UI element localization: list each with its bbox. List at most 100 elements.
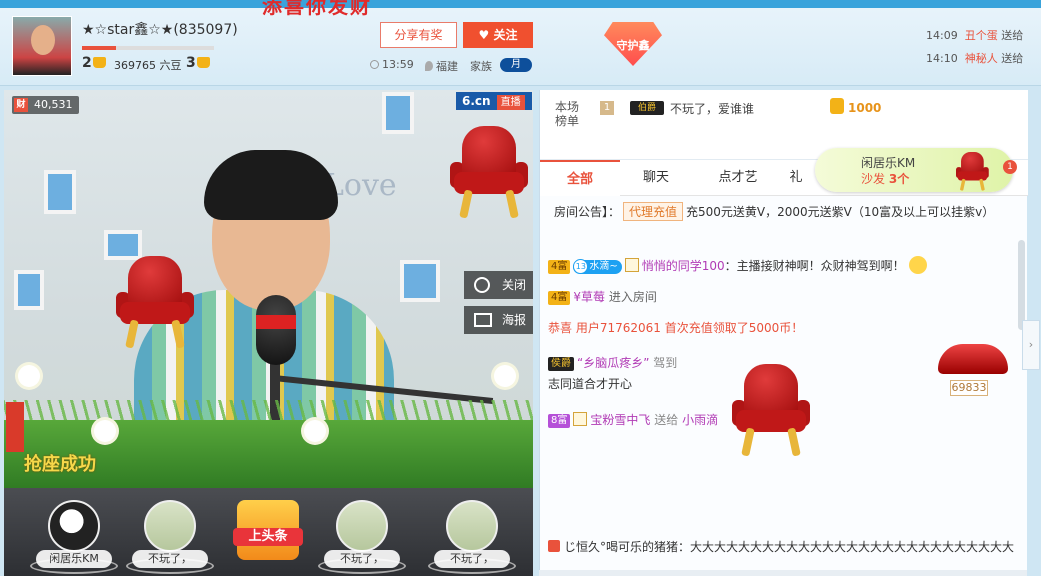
chat-user[interactable]: ¥草莓 bbox=[573, 290, 605, 304]
rank-value: 1000 bbox=[848, 101, 882, 115]
chat-scrollbar[interactable] bbox=[1018, 240, 1025, 330]
gift-feed-item: 14:10 神秘人 送给 bbox=[926, 50, 1023, 66]
feed-time: 14:10 bbox=[926, 52, 958, 65]
chat-action: 驾到 bbox=[653, 356, 678, 370]
close-video-button[interactable]: 关闭 bbox=[464, 271, 533, 299]
car-icon bbox=[938, 344, 1008, 374]
wall-frame bbox=[44, 170, 76, 214]
chat-user[interactable]: “乡脑瓜疼乡” bbox=[577, 356, 649, 370]
sofa-count: 3个 bbox=[888, 172, 910, 186]
sofa-name: 闲居乐KM bbox=[861, 156, 916, 170]
rank-badge: 伯爵 bbox=[630, 101, 664, 115]
avatar-face bbox=[31, 25, 55, 55]
wealth-icon: 财 bbox=[14, 98, 28, 112]
chat-text: ：大大大大大大大大大大大大大大大大大大大大大大大大大大大 bbox=[678, 540, 1015, 554]
site-logo: 6.cn 直播 bbox=[456, 92, 532, 110]
wealth-level-value: 2 bbox=[82, 55, 92, 71]
sofa-chair-icon[interactable] bbox=[732, 364, 810, 457]
crown-icon bbox=[196, 57, 210, 68]
input-strip bbox=[539, 570, 1027, 576]
location-value: 福建 bbox=[436, 60, 458, 73]
chat-text: ：主播接财神啊！众财神驾到啊！ bbox=[724, 259, 905, 273]
chevron-right-icon: › bbox=[1028, 338, 1034, 351]
chat-user[interactable]: 宝粉雪中飞 bbox=[590, 413, 650, 427]
seat-slot[interactable]: 不玩了， bbox=[124, 498, 214, 576]
feed-user[interactable]: 丑个蛋 bbox=[965, 29, 998, 42]
page-title: 添喜你发财 bbox=[262, 0, 372, 18]
poster-label: 海报 bbox=[502, 313, 527, 327]
share-button[interactable]: 分享有奖 bbox=[380, 22, 457, 48]
seat-slot[interactable]: 闲居乐KM bbox=[28, 498, 118, 576]
star-level: 3 bbox=[186, 55, 210, 71]
power-icon bbox=[474, 277, 490, 293]
sofa-chair-icon bbox=[956, 152, 989, 191]
live-time: 13:59 bbox=[370, 58, 414, 71]
headline-button[interactable]: 上头条 bbox=[233, 528, 303, 546]
anchor-avatar[interactable] bbox=[12, 16, 72, 76]
rich-level-tag: 4富 bbox=[548, 291, 571, 305]
seat-slot[interactable]: 不玩了， bbox=[316, 498, 406, 576]
notice-prefix: 房间公告】： bbox=[554, 205, 621, 219]
clock-icon bbox=[370, 60, 379, 69]
seat-avatar bbox=[446, 500, 498, 552]
sofa-label-prefix: 沙发 bbox=[861, 172, 886, 186]
lily-flower bbox=[18, 365, 40, 387]
sofa-chair-icon[interactable] bbox=[116, 256, 194, 349]
chat-message: 4富 13 水滴~ 悄悄的同学100：主播接财神啊！众财神驾到啊！ bbox=[548, 256, 927, 274]
lily-flower bbox=[94, 420, 116, 442]
wealth-level: 2 bbox=[82, 55, 106, 71]
seat-label: 闲居乐KM bbox=[36, 550, 112, 568]
chat-panel: 本场榜单 1 伯爵 不玩了，爱谁谁 1000 全部 聊天 点才艺 礼 闲居乐KM… bbox=[539, 90, 1028, 576]
top-bar: 添喜你发财 ★☆star鑫☆★(835097) 2 369765 六豆 3 13… bbox=[0, 0, 1041, 86]
feed-user[interactable]: 神秘人 bbox=[965, 52, 998, 65]
feed-action: 送给 bbox=[1001, 29, 1024, 42]
seat-label: 不玩了， bbox=[324, 550, 400, 568]
guard-label: 守护鑫 bbox=[616, 39, 650, 52]
collapse-panel-button[interactable]: › bbox=[1022, 320, 1040, 370]
chat-message: じ恒久°喝可乐的猪猪：大大大大大大大大大大大大大大大大大大大大大大大大大大大 bbox=[548, 538, 1014, 555]
seat-bar: 闲居乐KM 不玩了， 上头条 不玩了， 不玩了， bbox=[4, 488, 533, 576]
chat-user[interactable]: 悄悄的同学100 bbox=[642, 259, 725, 273]
tab-gift[interactable]: 礼 bbox=[776, 160, 816, 196]
seat-avatar bbox=[336, 500, 388, 552]
seat-slot[interactable]: 不玩了， bbox=[426, 498, 516, 576]
live-time-value: 13:59 bbox=[382, 58, 414, 71]
poster-button[interactable]: 海报 bbox=[464, 306, 533, 334]
wealth-count-badge[interactable]: 财 40,531 bbox=[12, 96, 79, 114]
family-badge[interactable]: 月 bbox=[500, 58, 532, 72]
seat-avatar bbox=[48, 500, 100, 552]
fan-name: 水滴~ bbox=[589, 261, 618, 272]
wall-frame bbox=[400, 260, 440, 302]
rich-level-tag: 8富 bbox=[548, 414, 571, 428]
follow-button[interactable]: ♥ 关注 bbox=[463, 22, 533, 48]
live-video[interactable]: Love 财 40,531 6.cn 直播 关闭 海报 抢座成功 bbox=[4, 90, 533, 488]
tab-chat[interactable]: 聊天 bbox=[616, 160, 696, 196]
speaker-icon bbox=[548, 540, 560, 552]
family-label: 家族 bbox=[470, 60, 492, 73]
anchor-name[interactable]: ★☆star鑫☆★(835097) bbox=[82, 19, 238, 39]
rank-title[interactable]: 本场榜单 bbox=[554, 100, 580, 128]
feed-time: 14:09 bbox=[926, 29, 958, 42]
seat-success-text: 抢座成功 bbox=[24, 454, 96, 475]
tab-talent[interactable]: 点才艺 bbox=[698, 160, 778, 196]
sofa-chair-icon[interactable] bbox=[450, 126, 528, 219]
level-progress-fill bbox=[82, 46, 116, 50]
agent-recharge-tag[interactable]: 代理充值 bbox=[623, 202, 684, 221]
wealth-count: 40,531 bbox=[34, 98, 73, 111]
feed-action: 送给 bbox=[1001, 52, 1024, 65]
side-banner[interactable] bbox=[6, 402, 24, 452]
top-strip bbox=[0, 0, 1041, 8]
user-icon bbox=[624, 258, 639, 272]
sofa-notify-badge: 1 bbox=[1003, 160, 1017, 174]
chat-message: 8富 宝粉雪中飞 送给 小雨滴 bbox=[548, 411, 718, 428]
seat-label: 不玩了， bbox=[132, 550, 208, 568]
chat-user[interactable]: じ恒久°喝可乐的猪猪 bbox=[564, 540, 678, 554]
chat-message: 侯爵 “乡脑瓜疼乡” 驾到 bbox=[548, 354, 677, 371]
tab-all[interactable]: 全部 bbox=[540, 160, 620, 196]
image-icon bbox=[474, 313, 492, 327]
chat-target[interactable]: 小雨滴 bbox=[682, 413, 718, 427]
gift-card[interactable]: 69833 bbox=[938, 344, 1010, 404]
rank-user[interactable]: 不玩了，爱谁谁 bbox=[670, 100, 754, 117]
live-tag: 直播 bbox=[496, 95, 525, 110]
site-logo-text: 6.cn bbox=[462, 94, 491, 108]
